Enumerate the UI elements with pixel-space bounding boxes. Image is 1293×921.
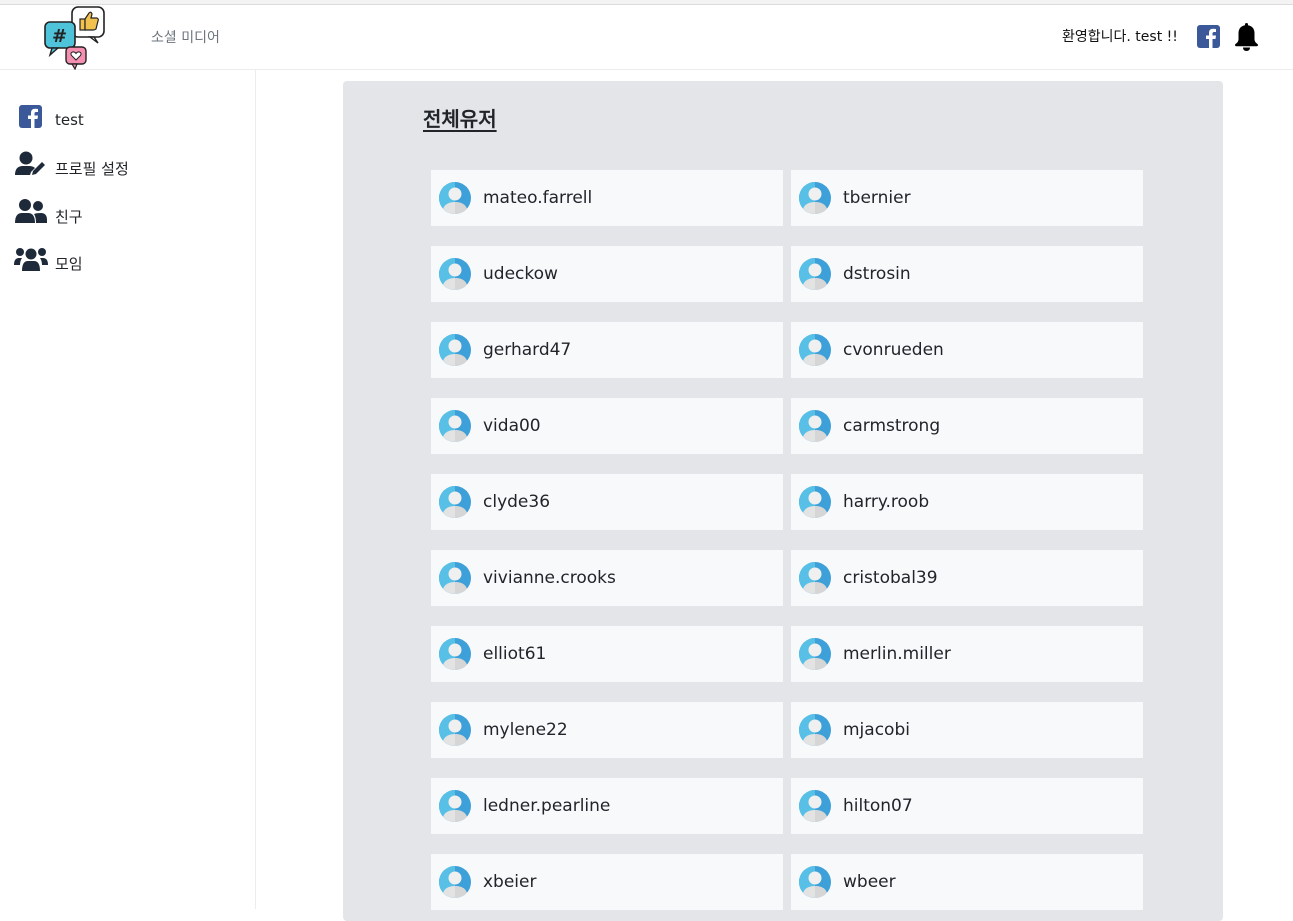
user-card[interactable]: tbernier <box>791 170 1143 226</box>
page-title: 전체유저 <box>423 107 497 131</box>
user-name: mateo.farrell <box>483 188 593 208</box>
avatar-icon <box>798 865 832 899</box>
user-name: wbeer <box>843 872 896 892</box>
user-card[interactable]: mylene22 <box>431 702 783 758</box>
user-card[interactable]: merlin.miller <box>791 626 1143 682</box>
user-name: cvonrueden <box>843 340 944 360</box>
avatar-icon <box>438 789 472 823</box>
avatar-icon <box>438 181 472 215</box>
sidebar: test 프로필 설정 친구 모임 <box>0 70 256 909</box>
user-card[interactable]: gerhard47 <box>431 322 783 378</box>
user-card[interactable]: wbeer <box>791 854 1143 910</box>
avatar-icon <box>798 257 832 291</box>
user-card[interactable]: cvonrueden <box>791 322 1143 378</box>
sidebar-item-test[interactable]: test <box>14 103 244 135</box>
brand-name[interactable]: 소셜 미디어 <box>151 27 220 47</box>
facebook-icon[interactable] <box>1197 25 1220 48</box>
user-card[interactable]: xbeier <box>431 854 783 910</box>
user-card[interactable]: vivianne.crooks <box>431 550 783 606</box>
user-card[interactable]: hilton07 <box>791 778 1143 834</box>
avatar-icon <box>438 333 472 367</box>
user-card[interactable]: dstrosin <box>791 246 1143 302</box>
user-friends-icon <box>14 198 48 228</box>
user-name: vida00 <box>483 416 541 436</box>
user-card[interactable]: clyde36 <box>431 474 783 530</box>
avatar-icon <box>798 789 832 823</box>
user-name: xbeier <box>483 872 537 892</box>
user-card[interactable]: elliot61 <box>431 626 783 682</box>
avatar-icon <box>798 485 832 519</box>
sidebar-item-label: 친구 <box>55 208 83 226</box>
user-name: mylene22 <box>483 720 568 740</box>
user-card[interactable]: cristobal39 <box>791 550 1143 606</box>
user-name: gerhard47 <box>483 340 572 360</box>
avatar-icon <box>798 409 832 443</box>
user-name: hilton07 <box>843 796 913 816</box>
sidebar-item-profile-settings[interactable]: 프로필 설정 <box>14 150 244 182</box>
user-name: merlin.miller <box>843 644 951 664</box>
sidebar-item-label: 모임 <box>55 255 83 273</box>
avatar-icon <box>438 485 472 519</box>
avatar-icon <box>798 333 832 367</box>
avatar-icon <box>438 409 472 443</box>
svg-text:#: # <box>52 26 67 47</box>
user-name: cristobal39 <box>843 568 938 588</box>
user-card[interactable]: harry.roob <box>791 474 1143 530</box>
avatar-icon <box>438 713 472 747</box>
sidebar-item-groups[interactable]: 모임 <box>14 245 244 277</box>
bell-icon[interactable] <box>1233 21 1260 51</box>
user-edit-icon <box>14 150 48 180</box>
user-name: udeckow <box>483 264 558 284</box>
users-group-icon <box>14 245 48 275</box>
user-name: vivianne.crooks <box>483 568 616 588</box>
user-name: dstrosin <box>843 264 911 284</box>
avatar-icon <box>798 181 832 215</box>
avatar-icon <box>438 865 472 899</box>
user-name: elliot61 <box>483 644 547 664</box>
top-navbar: # 소셜 미디어 환영합니다. test !! <box>0 5 1293 71</box>
social-bubbles-logo-icon[interactable]: # <box>42 5 108 71</box>
user-card[interactable]: mjacobi <box>791 702 1143 758</box>
sidebar-item-label: test <box>55 111 84 129</box>
facebook-icon <box>14 103 48 133</box>
user-name: harry.roob <box>843 492 930 512</box>
avatar-icon <box>798 561 832 595</box>
sidebar-item-friends[interactable]: 친구 <box>14 198 244 230</box>
avatar-icon <box>438 561 472 595</box>
user-name: clyde36 <box>483 492 551 512</box>
welcome-message: 환영합니다. test !! <box>1062 29 1178 45</box>
user-name: carmstrong <box>843 416 941 436</box>
user-card[interactable]: mateo.farrell <box>431 170 783 226</box>
user-card[interactable]: ledner.pearline <box>431 778 783 834</box>
avatar-icon <box>798 713 832 747</box>
user-card[interactable]: carmstrong <box>791 398 1143 454</box>
sidebar-item-label: 프로필 설정 <box>55 160 129 178</box>
user-name: tbernier <box>843 188 911 208</box>
user-card[interactable]: udeckow <box>431 246 783 302</box>
avatar-icon <box>438 637 472 671</box>
avatar-icon <box>798 637 832 671</box>
user-name: ledner.pearline <box>483 796 611 816</box>
user-name: mjacobi <box>843 720 910 740</box>
user-card[interactable]: vida00 <box>431 398 783 454</box>
avatar-icon <box>438 257 472 291</box>
